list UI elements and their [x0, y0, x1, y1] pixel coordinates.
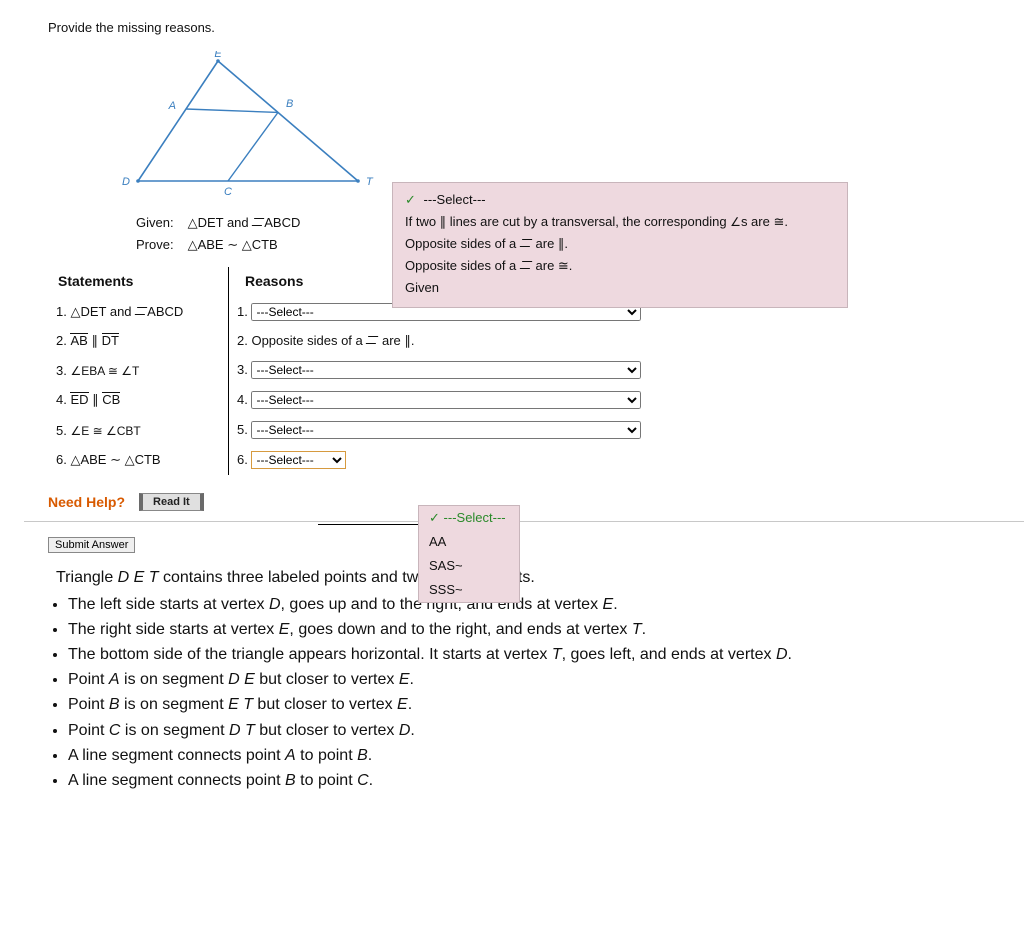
need-help-row: Need Help? Read It — [48, 493, 1000, 511]
reason-6-select[interactable]: ---Select--- — [251, 451, 346, 469]
read-it-button[interactable]: Read It — [139, 493, 204, 511]
list-item: Point B is on segment E T but closer to … — [68, 693, 1000, 716]
list-item: The right side starts at vertex E, goes … — [68, 618, 1000, 641]
reason-4-select[interactable]: ---Select--- — [251, 391, 641, 409]
statement-4: 4. ED ∥ CB — [48, 385, 229, 415]
list-item: The bottom side of the triangle appears … — [68, 643, 1000, 666]
label-A: A — [168, 100, 176, 112]
label-C: C — [224, 186, 232, 198]
reason-2: 2. Opposite sides of a are ∥. — [229, 327, 650, 355]
need-help-label: Need Help? — [48, 494, 125, 510]
list-item: Point C is on segment D T but closer to … — [68, 719, 1000, 742]
row6-option-selected[interactable]: ✓ ---Select--- — [419, 506, 519, 530]
given-text: △DET and ABCD — [182, 213, 307, 233]
label-E: E — [214, 51, 222, 60]
reason-option-4[interactable]: Given — [405, 277, 835, 299]
reason-6: 6. ---Select--- — [229, 445, 650, 475]
table-row: 6. △ABE ∼ △CTB 6. ---Select--- — [48, 445, 649, 475]
question-prompt: Provide the missing reasons. — [48, 20, 1000, 35]
row6-option-1[interactable]: AA — [419, 530, 519, 554]
reason-5: 5. ---Select--- — [229, 415, 650, 445]
label-B: B — [286, 98, 293, 110]
statement-5: 5. ∠E ≅ ∠CBT — [48, 415, 229, 445]
row6-option-3[interactable]: SSS~ — [419, 578, 519, 602]
label-T: T — [366, 176, 374, 188]
table-row: 3. ∠EBA ≅ ∠T 3. ---Select--- — [48, 355, 649, 385]
statement-1: 1. △DET and ABCD — [48, 297, 229, 327]
statement-3: 3. ∠EBA ≅ ∠T — [48, 355, 229, 385]
reason-5-select[interactable]: ---Select--- — [251, 421, 641, 439]
prove-label: Prove: — [130, 235, 180, 255]
parallelogram-icon — [252, 218, 265, 226]
callout-line — [318, 524, 418, 525]
reasons-dropdown-panel[interactable]: ✓ ---Select--- If two ∥ lines are cut by… — [392, 182, 848, 308]
statement-6: 6. △ABE ∼ △CTB — [48, 445, 229, 475]
triangle-figure: E A B D C T — [118, 51, 378, 201]
label-D: D — [122, 176, 130, 188]
figure-wrap: E A B D C T — [48, 43, 1000, 205]
list-item: A line segment connects point B to point… — [68, 769, 1000, 792]
table-row: 4. ED ∥ CB 4. ---Select--- — [48, 385, 649, 415]
reason-4: 4. ---Select--- — [229, 385, 650, 415]
statements-header: Statements — [48, 267, 229, 297]
list-item: Point A is on segment D E but closer to … — [68, 668, 1000, 691]
list-item: The left side starts at vertex D, goes u… — [68, 593, 1000, 616]
figure-description-list: The left side starts at vertex D, goes u… — [48, 593, 1000, 793]
row6-option-2[interactable]: SAS~ — [419, 554, 519, 578]
reason-option-1[interactable]: If two ∥ lines are cut by a transversal,… — [405, 211, 835, 233]
reason-option-3[interactable]: Opposite sides of a are ≅. — [405, 255, 835, 277]
given-label: Given: — [130, 213, 180, 233]
separator — [24, 521, 1024, 522]
table-row: 2. AB ∥ DT 2. Opposite sides of a are ∥. — [48, 327, 649, 355]
prove-text: △ABE ∼ △CTB — [182, 235, 307, 255]
check-icon: ✓ — [429, 510, 440, 525]
given-prove-block: Given: △DET and ABCD Prove: △ABE ∼ △CTB — [128, 211, 308, 257]
reason-option-label: ---Select--- — [424, 192, 486, 207]
reason-3: 3. ---Select--- — [229, 355, 650, 385]
table-row: 5. ∠E ≅ ∠CBT 5. ---Select--- — [48, 415, 649, 445]
reason-3-select[interactable]: ---Select--- — [251, 361, 641, 379]
reason-option-2[interactable]: Opposite sides of a are ∥. — [405, 233, 835, 255]
figure-description-intro: Triangle D E T contains three labeled po… — [56, 567, 1000, 589]
submit-answer-button[interactable]: Submit Answer — [48, 537, 135, 553]
reason-option-selected[interactable]: ✓ ---Select--- — [405, 189, 835, 211]
statement-2: 2. AB ∥ DT — [48, 327, 229, 355]
list-item: A line segment connects point A to point… — [68, 744, 1000, 767]
check-icon: ✓ — [405, 192, 416, 207]
row6-dropdown-panel[interactable]: ✓ ---Select--- AA SAS~ SSS~ — [418, 505, 520, 603]
